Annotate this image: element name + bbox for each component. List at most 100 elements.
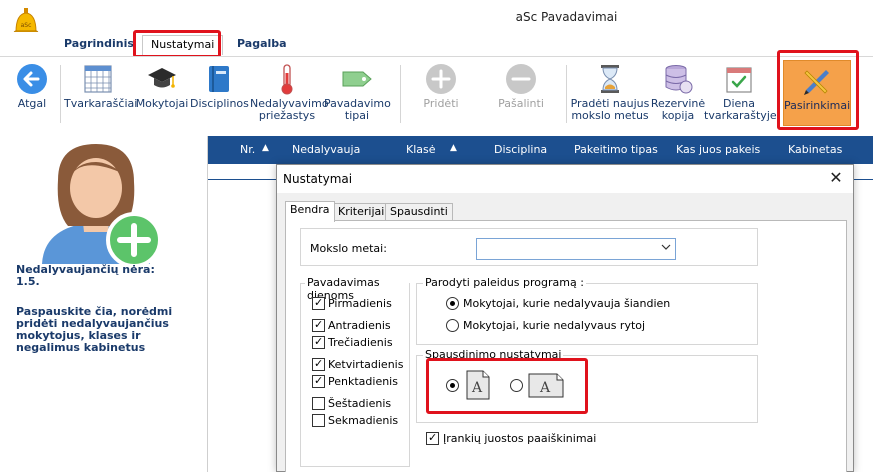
plus-circle-icon xyxy=(426,64,456,94)
tab-settings[interactable]: Nustatymai xyxy=(142,35,224,55)
day-checkbox[interactable] xyxy=(312,414,325,427)
back-label: Atgal xyxy=(17,97,47,110)
col-class[interactable]: Klasė xyxy=(406,143,436,156)
portrait-page-letter: A xyxy=(471,380,483,396)
radio-landscape[interactable] xyxy=(510,379,523,392)
hourglass-icon xyxy=(601,65,619,93)
add-label: Pridėti xyxy=(423,97,459,110)
day-label: Sekmadienis xyxy=(328,414,399,427)
substitution-types-label-2: tipai xyxy=(344,109,370,122)
timetables-button[interactable]: Tvarkaraščiai xyxy=(64,59,138,135)
absent-status-line2: 1.5. xyxy=(16,275,40,288)
menu-tabs: Pagrindinis Nustatymai Pagalba xyxy=(0,32,873,56)
day-checkbox[interactable]: ✓ xyxy=(312,357,325,371)
back-button[interactable]: Atgal xyxy=(6,59,58,135)
timetables-label: Tvarkaraščiai xyxy=(64,97,138,110)
minus-circle-icon xyxy=(506,64,536,94)
day-checkbox[interactable]: ✓ xyxy=(312,318,325,332)
check-mark-icon: ✓ xyxy=(314,296,324,309)
absent-summary-panel[interactable]: Nedalyvaujančių nėra: 1.5. Paspauskite č… xyxy=(0,136,207,472)
col-replacer[interactable]: Kas juos pakeis xyxy=(676,143,760,156)
tab-home[interactable]: Pagrindinis xyxy=(56,35,142,55)
teachers-button[interactable]: Mokytojai xyxy=(134,59,190,135)
dialog-title-bar: Nustatymai ✕ xyxy=(277,165,853,193)
sort-asc-icon[interactable]: ▲ xyxy=(262,143,269,153)
check-mark-icon: ✓ xyxy=(428,431,438,444)
thermometer-icon xyxy=(281,64,293,95)
add-button[interactable]: Pridėti xyxy=(412,59,470,135)
tab-help[interactable]: Pagalba xyxy=(229,35,295,55)
close-icon[interactable]: ✕ xyxy=(827,170,845,188)
new-school-year-label-2: mokslo metus xyxy=(571,109,649,122)
settings-dialog: Nustatymai ✕ Bendra Kriterijai Spausdint… xyxy=(276,164,854,472)
calendar-check-icon xyxy=(726,67,752,93)
school-year-label: Mokslo metai: xyxy=(310,242,387,255)
backup-button[interactable]: Rezervinė kopija xyxy=(650,59,706,135)
window-title: aSc Pavadavimai xyxy=(515,10,618,24)
ribbon-toolbar: Atgal Tvarkaraščiai Mokytojai Disciplino… xyxy=(0,56,873,136)
print-settings-title: Spausdinimo nustatymai xyxy=(423,348,564,361)
teacher-avatar-add-icon xyxy=(42,144,162,268)
col-subject[interactable]: Disciplina xyxy=(494,143,547,156)
day-label: Trečiadienis xyxy=(328,336,393,349)
tab-criteria[interactable]: Kriterijai xyxy=(333,203,390,221)
startup-group-title: Parodyti paleidus programą : xyxy=(423,276,586,289)
general-tab-pane: Mokslo metai: Pavadavimas dienoms Parody… xyxy=(285,220,847,472)
back-arrow-icon xyxy=(17,64,47,94)
col-sub-type[interactable]: Pakeitimo tipas xyxy=(574,143,658,156)
absence-reasons-label-2: priežastys xyxy=(258,109,316,122)
absence-reasons-button[interactable]: Nedalyvavimo priežastys xyxy=(250,59,329,135)
new-school-year-button[interactable]: Pradėti naujus mokslo metus xyxy=(570,59,650,135)
check-mark-icon: ✓ xyxy=(314,374,324,387)
radio-tomorrow[interactable] xyxy=(446,319,459,332)
landscape-page-letter: A xyxy=(539,380,551,396)
database-icon xyxy=(665,65,693,94)
options-button[interactable]: Pasirinkimai xyxy=(783,60,851,126)
graduation-cap-icon xyxy=(148,68,176,88)
daily-timetable-label-2: tvarkaraštyje xyxy=(704,109,777,122)
day-label: Šeštadienis xyxy=(328,397,392,410)
tab-general[interactable]: Bendra xyxy=(285,201,335,222)
options-label: Pasirinkimai xyxy=(784,99,851,112)
book-icon xyxy=(209,66,229,92)
day-checkbox[interactable]: ✓ xyxy=(312,296,325,310)
sort-asc-icon[interactable]: ▲ xyxy=(450,143,457,153)
school-year-select[interactable] xyxy=(476,238,676,260)
toolbar-hints-label: Įrankių juostos paaiškinimai xyxy=(443,432,597,445)
tab-print[interactable]: Spausdinti xyxy=(385,203,453,221)
check-mark-icon: ✓ xyxy=(314,335,324,348)
daily-timetable-button[interactable]: Diena tvarkaraštyje xyxy=(704,59,777,135)
check-mark-icon: ✓ xyxy=(314,318,324,331)
add-absent-hint-line4[interactable]: negalimus kabinetus xyxy=(16,342,196,354)
chevron-down-icon xyxy=(661,244,671,250)
dialog-title: Nustatymai xyxy=(283,172,353,186)
radio-tomorrow-label: Mokytojai, kurie nedalyvaus rytoj xyxy=(463,319,646,332)
teachers-label: Mokytojai xyxy=(135,97,189,110)
col-absent[interactable]: Nedalyvauja xyxy=(292,143,360,156)
day-label: Antradienis xyxy=(328,319,391,332)
absent-status-line1: Nedalyvaujančių nėra: xyxy=(16,263,155,276)
day-checkbox[interactable] xyxy=(312,397,325,410)
subjects-button[interactable]: Disciplinos xyxy=(190,59,249,135)
timetable-grid-icon xyxy=(84,65,112,93)
remove-button[interactable]: Pašalinti xyxy=(490,59,552,135)
tag-icon xyxy=(342,71,372,87)
radio-today[interactable] xyxy=(446,297,459,310)
title-bar: aSc aSc Pavadavimai xyxy=(0,0,873,42)
startup-group: Parodyti paleidus programą : xyxy=(416,276,758,345)
radio-portrait[interactable] xyxy=(446,379,459,392)
day-label: Pirmadienis xyxy=(328,297,392,310)
portrait-page-icon: A xyxy=(466,370,490,400)
pencil-ruler-icon xyxy=(804,70,829,95)
backup-label-2: kopija xyxy=(661,109,695,122)
remove-label: Pašalinti xyxy=(498,97,544,110)
substitution-types-button[interactable]: Pavadavimo tipai xyxy=(324,59,391,135)
day-checkbox[interactable]: ✓ xyxy=(312,335,325,349)
col-nr[interactable]: Nr. xyxy=(240,143,255,156)
radio-today-label: Mokytojai, kurie nedalyvauja šiandien xyxy=(463,297,671,310)
day-label: Penktadienis xyxy=(328,375,398,388)
col-room[interactable]: Kabinetas xyxy=(788,143,842,156)
landscape-page-icon: A xyxy=(528,373,564,398)
toolbar-hints-checkbox[interactable]: ✓ xyxy=(426,431,439,445)
day-checkbox[interactable]: ✓ xyxy=(312,374,325,388)
